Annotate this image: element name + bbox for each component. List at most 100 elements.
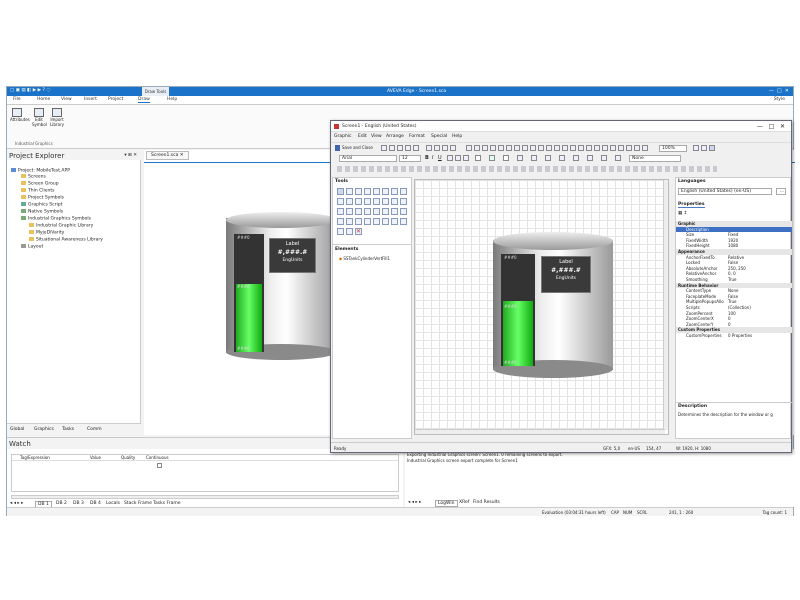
arrow-icon[interactable]	[615, 155, 621, 161]
quick-access-toolbar[interactable]: ▢ ▣ ▤ ◧ ▶ ▶ ? ◌	[10, 88, 50, 93]
send-back-icon[interactable]	[538, 145, 544, 151]
tree-item-project-symbols[interactable]: Project Symbols	[21, 195, 64, 201]
tab-help[interactable]: Help	[167, 97, 177, 102]
property-value[interactable]: False	[728, 260, 738, 265]
copy-icon[interactable]	[434, 145, 440, 151]
line-end-icon[interactable]	[545, 155, 551, 161]
polyline-tool-icon[interactable]	[400, 188, 407, 195]
zoom-select-icon[interactable]	[618, 145, 624, 151]
align-middle-icon[interactable]	[514, 145, 520, 151]
tree-item-layout[interactable]: Layout	[21, 244, 43, 250]
underline-button[interactable]: U	[438, 155, 442, 161]
tree-item-situational-awareness-library[interactable]: Situational Awareness Library	[29, 237, 103, 243]
line-pattern-icon[interactable]	[531, 155, 537, 161]
connector-icon[interactable]	[601, 155, 607, 161]
font-size-select[interactable]: 12	[399, 155, 421, 162]
tab-comm[interactable]: Comm	[87, 427, 102, 432]
tab-tasks[interactable]: Tasks	[62, 427, 74, 432]
tree-item-screen-group[interactable]: Screen Group	[21, 181, 59, 187]
print-icon[interactable]	[389, 145, 395, 151]
property-value[interactable]: (Collection)	[728, 305, 751, 310]
property-value[interactable]: 100	[728, 311, 736, 316]
font-family-select[interactable]: Arial	[339, 155, 397, 162]
property-value[interactable]: 250, 250	[728, 266, 746, 271]
property-row[interactable]: CustomProperties 0 Properties	[676, 333, 792, 339]
property-value[interactable]: 1920	[728, 238, 738, 243]
edit-symbol-button[interactable]: Edit Symbol	[32, 108, 47, 127]
radio-tool-icon[interactable]	[355, 208, 362, 215]
menu-help[interactable]: Help	[452, 134, 462, 139]
undo-icon[interactable]	[405, 145, 411, 151]
tab-view[interactable]: View	[61, 97, 72, 102]
distribute-icon[interactable]	[546, 145, 552, 151]
gradient-icon[interactable]	[573, 155, 579, 161]
grid-icon[interactable]	[570, 145, 576, 151]
menu-arrange[interactable]: Arrange	[386, 134, 404, 139]
pie-tool-icon[interactable]	[373, 198, 380, 205]
tab-draw[interactable]: Draw	[138, 97, 150, 103]
tree-item-thin-clients[interactable]: Thin Clients	[21, 188, 55, 194]
zoom-out-icon[interactable]	[602, 145, 608, 151]
tree-item-industrial-graphics-symbols[interactable]: Industrial Graphics Symbols	[21, 216, 91, 222]
status-tool-icon[interactable]	[346, 208, 353, 215]
tab-find-results[interactable]: Find Results	[473, 500, 500, 505]
panel-toggle-icon[interactable]	[701, 145, 707, 151]
pointer-tool-icon[interactable]	[337, 188, 344, 195]
tab-logwin[interactable]: LogWin	[435, 500, 458, 507]
watch-scrollbar[interactable]	[11, 495, 399, 499]
align-left-icon[interactable]	[482, 145, 488, 151]
menu-graphic[interactable]: Graphic	[334, 134, 352, 139]
curve-tool-icon[interactable]	[346, 198, 353, 205]
paste-icon[interactable]	[442, 145, 448, 151]
tab-home[interactable]: Home	[37, 97, 50, 102]
tab-tasks-frame[interactable]: Tasks Frame	[153, 501, 181, 506]
attributes-button[interactable]: Attributes	[10, 108, 30, 123]
fill-style-select[interactable]: None	[629, 155, 681, 162]
rectangle-tool-icon[interactable]	[364, 188, 371, 195]
tab-db2[interactable]: DB 2	[56, 501, 67, 506]
connect-tool-icon[interactable]	[346, 228, 353, 235]
line-tool-icon[interactable]	[346, 188, 353, 195]
trend-tool-icon[interactable]	[346, 218, 353, 225]
wizard-tool-icon[interactable]	[373, 218, 380, 225]
bring-front-icon[interactable]	[530, 145, 536, 151]
text-tool-icon[interactable]	[391, 198, 398, 205]
chord-tool-icon[interactable]	[382, 198, 389, 205]
bold-button[interactable]: B	[425, 155, 429, 161]
edit-points-icon[interactable]	[587, 155, 593, 161]
tab-insert[interactable]: Insert	[84, 97, 97, 102]
property-value[interactable]: True	[728, 277, 737, 282]
window-controls[interactable]: — □ ✕	[769, 88, 789, 94]
tab-graphics[interactable]: Graphics	[34, 427, 54, 432]
line-color-icon[interactable]	[475, 155, 481, 161]
style-menu[interactable]: Style	[774, 97, 785, 102]
align-top-icon[interactable]	[506, 145, 512, 151]
property-value[interactable]: 0 Properties	[728, 333, 752, 338]
text-align-center-icon[interactable]	[455, 155, 461, 161]
text-align-right-icon[interactable]	[463, 155, 469, 161]
snap-icon[interactable]	[578, 145, 584, 151]
zoom-reset-icon[interactable]	[626, 145, 632, 151]
button-tool-icon[interactable]	[391, 188, 398, 195]
text-color-icon[interactable]	[503, 155, 509, 161]
path-tool-icon[interactable]	[337, 228, 344, 235]
fill-color-icon[interactable]	[489, 155, 495, 161]
menu-view[interactable]: View	[371, 134, 382, 139]
checkbox-tool-icon[interactable]	[364, 208, 371, 215]
zoom-select[interactable]: 100%	[659, 145, 687, 152]
property-value[interactable]: None	[728, 288, 738, 293]
save-close-button[interactable]: Save and Close	[342, 145, 373, 150]
language-more-button[interactable]: …	[776, 188, 786, 195]
symbol-tool-icon[interactable]	[364, 218, 371, 225]
combobox-tool-icon[interactable]	[382, 208, 389, 215]
tank-symbol[interactable]: ###0 ###0 ###0 Label #,###.# EngUnits	[493, 232, 613, 382]
calendar-tool-icon[interactable]	[391, 208, 398, 215]
ungroup-icon[interactable]	[474, 145, 480, 151]
rounded-rect-tool-icon[interactable]	[373, 188, 380, 195]
polygon-tool-icon[interactable]	[337, 198, 344, 205]
tree-item-project[interactable]: Project: MobileTest.APP	[11, 168, 70, 174]
editor-window-controls[interactable]: — □ ✕	[757, 123, 785, 130]
import-library-button[interactable]: Import Library	[50, 108, 64, 127]
tab-db3[interactable]: DB 3	[73, 501, 84, 506]
output-nav-arrows[interactable]: ◂ ◂ ▸ ▸	[408, 500, 421, 505]
